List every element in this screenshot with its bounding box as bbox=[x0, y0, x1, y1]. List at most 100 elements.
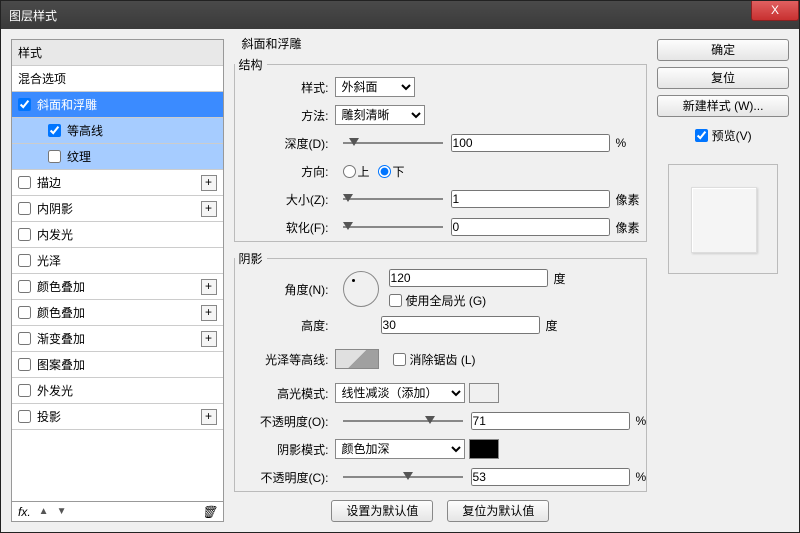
soften-label: 软化(F): bbox=[235, 219, 335, 236]
pattern-overlay-checkbox[interactable] bbox=[18, 358, 31, 371]
down-arrow-icon[interactable]: ▼ bbox=[57, 506, 67, 517]
gradient-overlay-add-button[interactable]: + bbox=[201, 331, 217, 347]
altitude-label: 高度: bbox=[235, 317, 335, 334]
drop-shadow-row[interactable]: 投影+ bbox=[12, 404, 223, 430]
antialias-label: 消除锯齿 (L) bbox=[410, 351, 476, 368]
direction-up-radio[interactable] bbox=[343, 165, 356, 178]
shadow-mode-select[interactable]: 颜色加深 bbox=[335, 439, 465, 459]
trash-icon[interactable]: 🗑 bbox=[201, 505, 216, 519]
preview-label: 预览(V) bbox=[712, 127, 752, 144]
styles-bottom-bar: fx. ▲ ▼ 🗑 bbox=[12, 501, 223, 521]
size-label: 大小(Z): bbox=[235, 191, 335, 208]
gradient-overlay-checkbox[interactable] bbox=[18, 332, 31, 345]
color-overlay2-checkbox[interactable] bbox=[18, 306, 31, 319]
highlight-color-swatch[interactable] bbox=[469, 383, 499, 403]
direction-down-radio[interactable] bbox=[378, 165, 391, 178]
depth-slider[interactable] bbox=[343, 136, 443, 150]
drop-shadow-add-button[interactable]: + bbox=[201, 409, 217, 425]
antialias-checkbox[interactable] bbox=[393, 353, 406, 366]
soften-input[interactable] bbox=[451, 218, 610, 236]
gloss-contour-label: 光泽等高线: bbox=[235, 351, 335, 368]
bevel-emboss-row[interactable]: 斜面和浮雕 bbox=[12, 92, 223, 118]
stroke-add-button[interactable]: + bbox=[201, 175, 217, 191]
gradient-overlay-row[interactable]: 渐变叠加+ bbox=[12, 326, 223, 352]
angle-dial[interactable] bbox=[343, 271, 379, 307]
shadow-opacity-input[interactable] bbox=[471, 468, 630, 486]
outer-glow-row[interactable]: 外发光 bbox=[12, 378, 223, 404]
depth-label: 深度(D): bbox=[235, 135, 335, 152]
inner-glow-row[interactable]: 内发光 bbox=[12, 222, 223, 248]
highlight-mode-label: 高光模式: bbox=[235, 385, 335, 402]
texture-checkbox[interactable] bbox=[48, 150, 61, 163]
ok-button[interactable]: 确定 bbox=[657, 39, 789, 61]
shadow-opacity-label: 不透明度(C): bbox=[235, 469, 335, 486]
bevel-checkbox[interactable] bbox=[18, 98, 31, 111]
highlight-opacity-label: 不透明度(O): bbox=[235, 413, 335, 430]
angle-input[interactable] bbox=[389, 269, 548, 287]
technique-label: 方法: bbox=[235, 107, 335, 124]
global-light-checkbox[interactable] bbox=[389, 294, 402, 307]
cancel-button[interactable]: 复位 bbox=[657, 67, 789, 89]
color-overlay-add-button[interactable]: + bbox=[201, 279, 217, 295]
window-title: 图层样式 bbox=[1, 7, 57, 24]
up-arrow-icon[interactable]: ▲ bbox=[39, 506, 49, 517]
depth-input[interactable] bbox=[451, 134, 610, 152]
highlight-opacity-slider[interactable] bbox=[343, 414, 463, 428]
inner-shadow-checkbox[interactable] bbox=[18, 202, 31, 215]
reset-default-button[interactable]: 复位为默认值 bbox=[447, 500, 549, 522]
preview-checkbox[interactable] bbox=[695, 129, 708, 142]
color-overlay2-add-button[interactable]: + bbox=[201, 305, 217, 321]
titlebar: 图层样式 X bbox=[1, 1, 799, 29]
make-default-button[interactable]: 设置为默认值 bbox=[331, 500, 433, 522]
shadow-color-swatch[interactable] bbox=[469, 439, 499, 459]
altitude-input[interactable] bbox=[381, 316, 540, 334]
shading-legend: 阴影 bbox=[235, 250, 267, 267]
style-label: 样式: bbox=[235, 79, 335, 96]
color-overlay-checkbox[interactable] bbox=[18, 280, 31, 293]
angle-unit: 度 bbox=[554, 270, 566, 287]
depth-unit: % bbox=[616, 136, 627, 150]
shadow-opacity-slider[interactable] bbox=[343, 470, 463, 484]
technique-select[interactable]: 雕刻清晰 bbox=[335, 105, 425, 125]
inner-shadow-add-button[interactable]: + bbox=[201, 201, 217, 217]
soften-slider[interactable] bbox=[343, 220, 443, 234]
gloss-contour-swatch[interactable] bbox=[335, 349, 379, 369]
texture-row[interactable]: 纹理 bbox=[12, 144, 223, 170]
color-overlay-row[interactable]: 颜色叠加+ bbox=[12, 274, 223, 300]
right-buttons-panel: 确定 复位 新建样式 (W)... 预览(V) bbox=[657, 39, 789, 522]
settings-panel: 斜面和浮雕 结构 样式: 外斜面 方法: 雕刻清晰 深度(D): % 方向: 上… bbox=[234, 39, 648, 522]
style-select[interactable]: 外斜面 bbox=[335, 77, 415, 97]
altitude-unit: 度 bbox=[546, 317, 558, 334]
soften-unit: 像素 bbox=[616, 219, 640, 236]
highlight-mode-select[interactable]: 线性减淡（添加） bbox=[335, 383, 465, 403]
stroke-checkbox[interactable] bbox=[18, 176, 31, 189]
structure-legend: 结构 bbox=[235, 56, 267, 73]
blend-options-row[interactable]: 混合选项 bbox=[12, 66, 223, 92]
preview-box bbox=[668, 164, 778, 274]
close-button[interactable]: X bbox=[751, 1, 799, 21]
highlight-opacity-input[interactable] bbox=[471, 412, 630, 430]
contour-row[interactable]: 等高线 bbox=[12, 118, 223, 144]
pattern-overlay-row[interactable]: 图案叠加 bbox=[12, 352, 223, 378]
shadow-mode-label: 阴影模式: bbox=[235, 441, 335, 458]
new-style-button[interactable]: 新建样式 (W)... bbox=[657, 95, 789, 117]
shading-fieldset: 阴影 角度(N): 度 使用全局光 (G) 高度: 度 光泽等高线: 消除锯齿 … bbox=[234, 250, 648, 492]
layer-style-window: 图层样式 X 样式 混合选项 斜面和浮雕 等高线 纹理 描边+ 内阴影+ 内发光… bbox=[0, 0, 800, 533]
styles-header[interactable]: 样式 bbox=[12, 40, 223, 66]
stroke-row[interactable]: 描边+ bbox=[12, 170, 223, 196]
satin-checkbox[interactable] bbox=[18, 254, 31, 267]
satin-row[interactable]: 光泽 bbox=[12, 248, 223, 274]
global-light-label: 使用全局光 (G) bbox=[406, 292, 487, 309]
structure-fieldset: 结构 样式: 外斜面 方法: 雕刻清晰 深度(D): % 方向: 上 下 大小(… bbox=[234, 56, 648, 242]
inner-shadow-row[interactable]: 内阴影+ bbox=[12, 196, 223, 222]
drop-shadow-checkbox[interactable] bbox=[18, 410, 31, 423]
fx-label: fx. bbox=[18, 505, 31, 519]
contour-checkbox[interactable] bbox=[48, 124, 61, 137]
color-overlay2-row[interactable]: 颜色叠加+ bbox=[12, 300, 223, 326]
size-input[interactable] bbox=[451, 190, 610, 208]
outer-glow-checkbox[interactable] bbox=[18, 384, 31, 397]
size-slider[interactable] bbox=[343, 192, 443, 206]
inner-glow-checkbox[interactable] bbox=[18, 228, 31, 241]
preview-swatch bbox=[691, 187, 757, 253]
direction-label: 方向: bbox=[235, 163, 335, 180]
